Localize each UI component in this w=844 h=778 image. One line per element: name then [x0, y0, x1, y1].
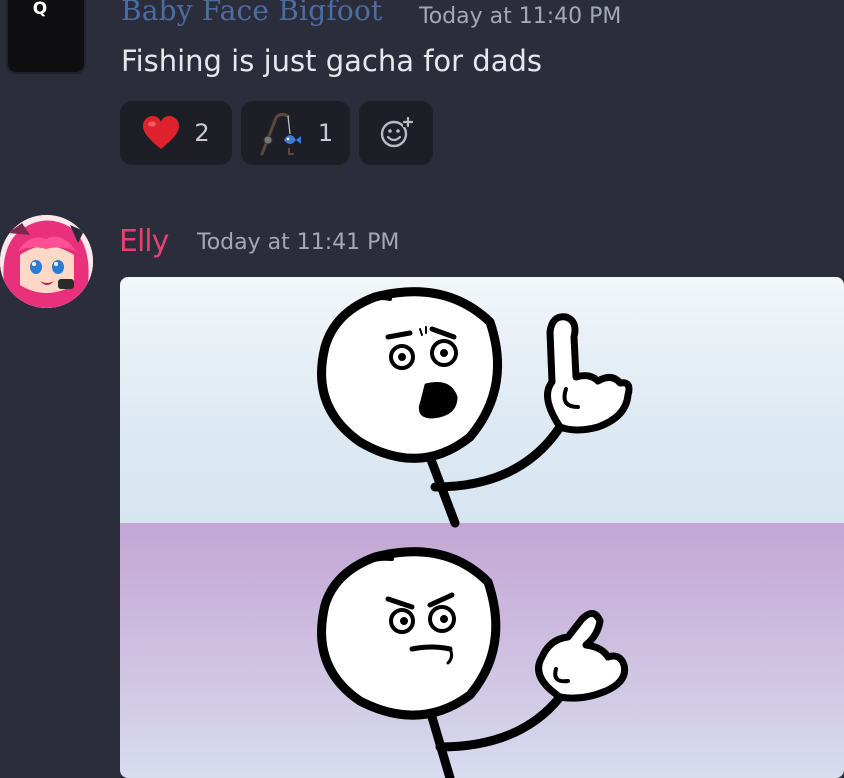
reaction-count: 1: [317, 119, 334, 147]
meme-image: [317, 287, 633, 778]
message-timestamp: Today at 11:41 PM: [197, 230, 400, 255]
image-attachment[interactable]: [120, 277, 844, 778]
anime-girl-avatar: [0, 215, 93, 308]
message-author[interactable]: Elly: [119, 224, 169, 259]
add-reaction-icon: [379, 116, 413, 150]
user-avatar[interactable]: [0, 215, 93, 308]
red-heart-icon: [142, 116, 180, 150]
reaction-count: 2: [194, 119, 210, 147]
add-reaction-button[interactable]: [359, 101, 433, 165]
reaction-fishing-rod[interactable]: 1: [241, 101, 350, 165]
reaction-bar: 2 1: [120, 101, 433, 165]
chat-channel: Q Baby Face Bigfoot Today at 11:40 PM Fi…: [0, 0, 844, 778]
message-content: Fishing is just gacha for dads: [121, 44, 542, 78]
keycap-letter: Q: [32, 0, 48, 19]
user-avatar[interactable]: Q: [6, 0, 86, 74]
reaction-heart[interactable]: 2: [120, 101, 232, 165]
message-author[interactable]: Baby Face Bigfoot: [121, 0, 382, 27]
message-timestamp: Today at 11:40 PM: [419, 4, 622, 29]
fishing-rod-icon: [258, 110, 304, 156]
